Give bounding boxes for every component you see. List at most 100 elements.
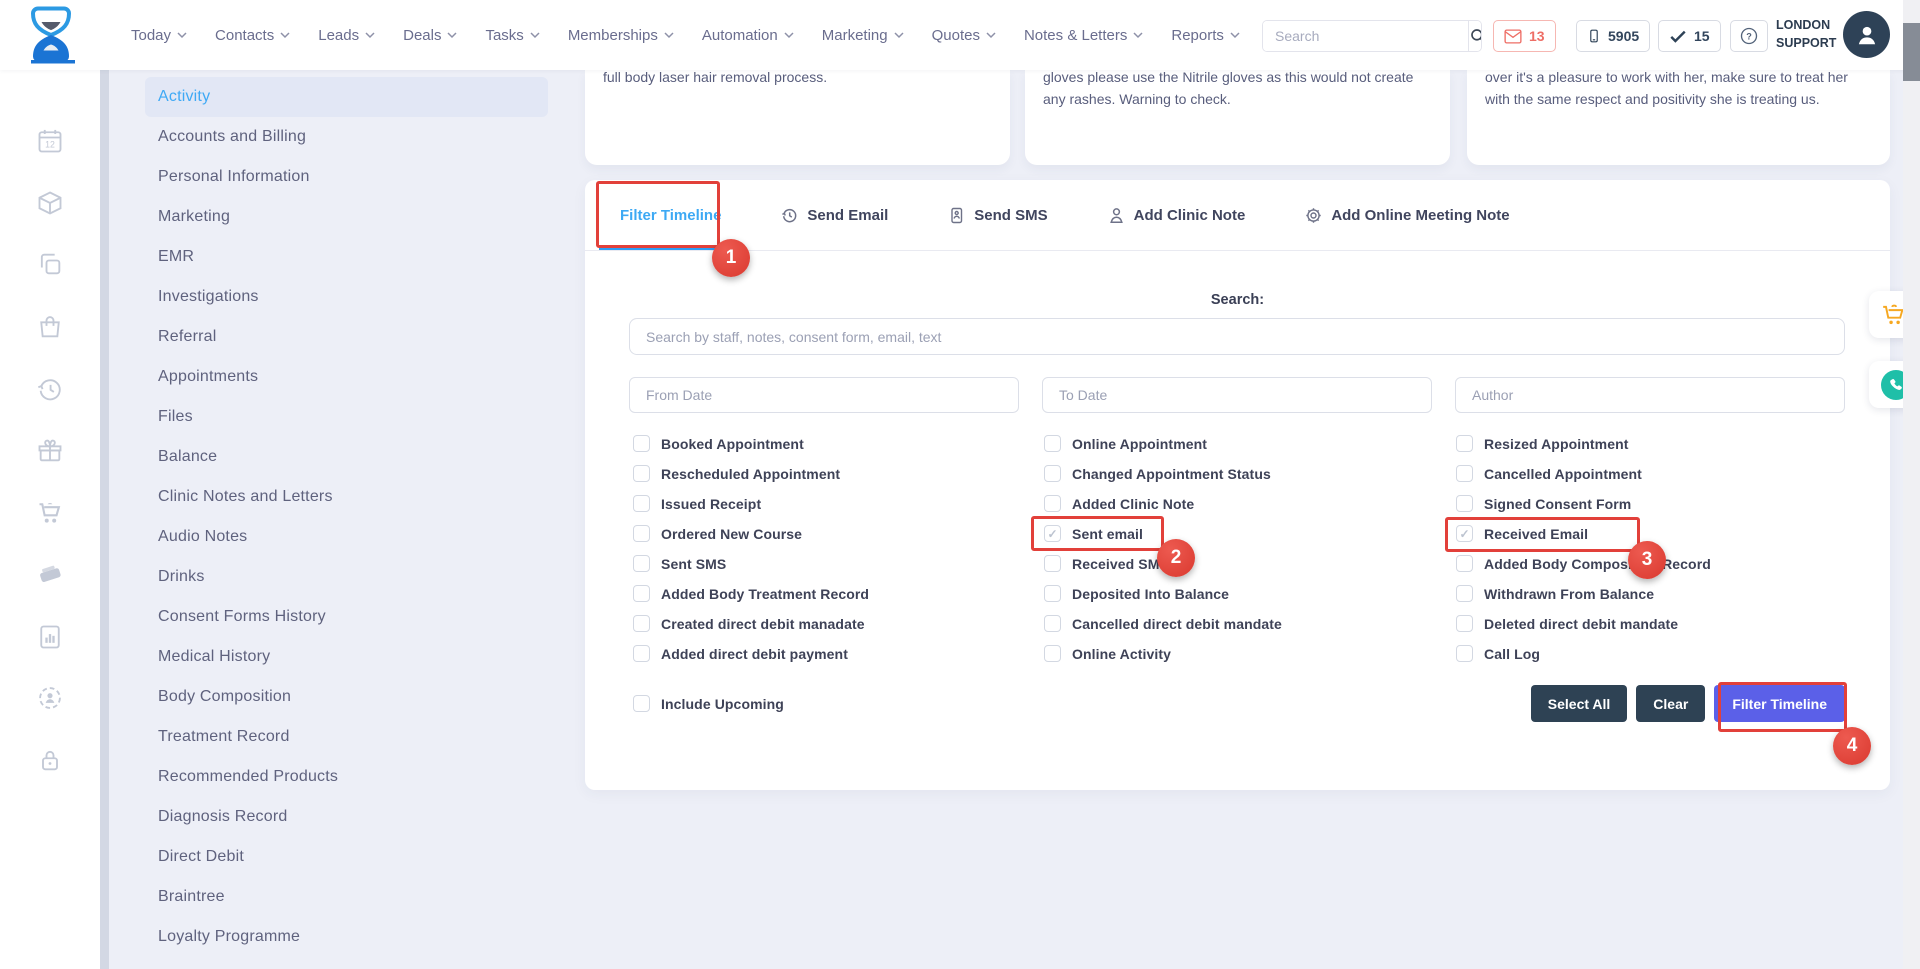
nav-reports[interactable]: Reports	[1171, 27, 1240, 44]
timeline-search-input[interactable]	[629, 318, 1845, 355]
sidebar-scrollbar[interactable]	[100, 70, 109, 969]
checkbox[interactable]	[1456, 555, 1473, 572]
price-tags-icon[interactable]	[36, 560, 64, 588]
sidebar-item-loyalty-programme[interactable]: Loyalty Programme	[145, 917, 548, 957]
lock-icon[interactable]	[36, 746, 64, 774]
checkbox[interactable]	[1044, 585, 1061, 602]
svg-text:?: ?	[1746, 31, 1752, 41]
chart-report-icon[interactable]	[36, 623, 64, 651]
checkbox[interactable]	[1456, 525, 1473, 542]
author-input[interactable]	[1455, 377, 1845, 413]
to-date-input[interactable]	[1042, 377, 1432, 413]
gift-icon[interactable]	[36, 437, 64, 465]
checkbox[interactable]	[1456, 615, 1473, 632]
sidebar-item-diagnosis-record[interactable]: Diagnosis Record	[145, 797, 548, 837]
checkbox[interactable]	[633, 585, 650, 602]
tab-send-sms[interactable]: Send SMS	[927, 180, 1068, 250]
nav-contacts[interactable]: Contacts	[215, 27, 290, 44]
checkbox[interactable]	[633, 465, 650, 482]
checkbox[interactable]	[1044, 435, 1061, 452]
checkbox[interactable]	[1456, 645, 1473, 662]
messages-badge-button[interactable]: 13	[1493, 20, 1556, 52]
history-icon[interactable]	[36, 375, 64, 403]
sidebar-item-audio-notes[interactable]: Audio Notes	[145, 517, 548, 557]
package-icon[interactable]	[36, 189, 64, 217]
filter-option: Online Activity	[1044, 645, 1282, 662]
checkbox[interactable]	[633, 555, 650, 572]
shopping-bag-icon[interactable]	[36, 313, 64, 341]
sidebar-item-recommended-products[interactable]: Recommended Products	[145, 757, 548, 797]
checkmark-icon	[1669, 29, 1687, 44]
sidebar-item-body-composition[interactable]: Body Composition	[145, 677, 548, 717]
sidebar-item-accounts-billing[interactable]: Accounts and Billing	[145, 117, 548, 157]
checkbox[interactable]	[633, 615, 650, 632]
sidebar-item-braintree[interactable]: Braintree	[145, 877, 548, 917]
sidebar-item-medical-history[interactable]: Medical History	[145, 637, 548, 677]
timeline-tabs: Filter Timeline Send Email Send SMS Add …	[599, 180, 1531, 250]
cart-icon[interactable]	[36, 499, 64, 527]
page-scrollbar-thumb[interactable]	[1903, 23, 1920, 81]
checkbox[interactable]	[1456, 465, 1473, 482]
sidebar-item-referral[interactable]: Referral	[145, 317, 548, 357]
calls-badge-button[interactable]: 5905	[1576, 20, 1650, 52]
nav-automation[interactable]: Automation	[702, 27, 794, 44]
sidebar-item-drinks[interactable]: Drinks	[145, 557, 548, 597]
sidebar-item-appointments[interactable]: Appointments	[145, 357, 548, 397]
sidebar-item-consent-forms-history[interactable]: Consent Forms History	[145, 597, 548, 637]
calendar-12-icon[interactable]: 12	[36, 127, 64, 155]
checkbox[interactable]	[1044, 645, 1061, 662]
checkbox[interactable]	[1044, 525, 1061, 542]
nav-today[interactable]: Today	[131, 27, 187, 44]
tab-filter-timeline[interactable]: Filter Timeline	[599, 180, 742, 250]
checkbox[interactable]	[1044, 495, 1061, 512]
tab-add-clinic-note[interactable]: Add Clinic Note	[1087, 180, 1267, 250]
filter-timeline-button[interactable]: Filter Timeline	[1714, 685, 1845, 722]
sidebar-item-clinic-notes-letters[interactable]: Clinic Notes and Letters	[145, 477, 548, 517]
sidebar-item-emr[interactable]: EMR	[145, 237, 548, 277]
from-date-input[interactable]	[629, 377, 1019, 413]
help-button[interactable]: ?	[1730, 20, 1768, 52]
checkbox[interactable]	[1044, 555, 1061, 572]
checkbox[interactable]	[633, 495, 650, 512]
sidebar-item-treatment-record[interactable]: Treatment Record	[145, 717, 548, 757]
checkbox[interactable]	[1456, 495, 1473, 512]
filter-column-2: Online Appointment Changed Appointment S…	[1044, 435, 1282, 675]
checkbox[interactable]	[633, 645, 650, 662]
logo[interactable]	[24, 5, 78, 65]
nav-notes-letters[interactable]: Notes & Letters	[1024, 27, 1143, 44]
global-search-input[interactable]	[1263, 21, 1468, 51]
nav-quotes[interactable]: Quotes	[932, 27, 996, 44]
select-all-button[interactable]: Select All	[1531, 685, 1628, 722]
checkbox[interactable]	[1044, 615, 1061, 632]
search-icon	[1469, 27, 1482, 45]
sidebar-item-direct-debit[interactable]: Direct Debit	[145, 837, 548, 877]
nav-memberships[interactable]: Memberships	[568, 27, 674, 44]
checkbox[interactable]	[1044, 465, 1061, 482]
checkbox[interactable]	[1456, 585, 1473, 602]
sidebar-item-personal-information[interactable]: Personal Information	[145, 157, 548, 197]
filter-option: Ordered New Course	[633, 525, 869, 542]
user-sync-icon[interactable]	[36, 684, 64, 712]
search-button[interactable]	[1468, 21, 1482, 51]
checkbox[interactable]	[633, 525, 650, 542]
sidebar-item-activity[interactable]: Activity	[145, 77, 548, 117]
include-upcoming-checkbox[interactable]	[633, 695, 650, 712]
nav-marketing[interactable]: Marketing	[822, 27, 904, 44]
checkbox[interactable]	[633, 435, 650, 452]
checkbox[interactable]	[1456, 435, 1473, 452]
tab-send-email[interactable]: Send Email	[760, 180, 909, 250]
sidebar-item-balance[interactable]: Balance	[145, 437, 548, 477]
tasks-badge-button[interactable]: 15	[1658, 20, 1721, 52]
sidebar-item-files[interactable]: Files	[145, 397, 548, 437]
question-icon: ?	[1739, 26, 1759, 46]
nav-tasks[interactable]: Tasks	[485, 27, 539, 44]
avatar[interactable]	[1843, 11, 1890, 58]
copy-icon[interactable]	[36, 250, 64, 278]
nav-leads[interactable]: Leads	[318, 27, 375, 44]
sidebar-item-investigations[interactable]: Investigations	[145, 277, 548, 317]
clear-button[interactable]: Clear	[1636, 685, 1705, 722]
nav-deals[interactable]: Deals	[403, 27, 457, 44]
tasks-count: 15	[1694, 28, 1710, 44]
sidebar-item-marketing[interactable]: Marketing	[145, 197, 548, 237]
tab-add-online-meeting-note[interactable]: Add Online Meeting Note	[1284, 180, 1530, 250]
